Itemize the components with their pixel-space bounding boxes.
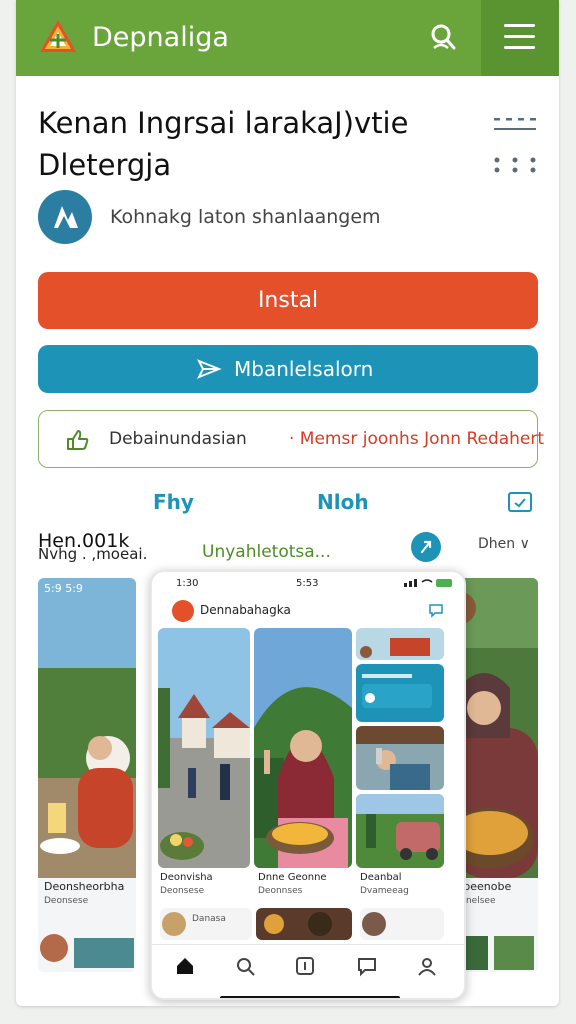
phone-caption-3: Deanbal [360, 872, 402, 883]
bookmark-icon[interactable] [294, 955, 316, 977]
phone-card-garden [356, 794, 444, 868]
phone-card-blue [356, 664, 444, 722]
install-button[interactable]: Instal [38, 272, 538, 329]
phone-card-woman [254, 628, 352, 868]
phone-caption-2: Dnne Geonne [258, 872, 327, 883]
screenshot-left-caption: Deonsheorbha [44, 880, 125, 893]
screenshot-left-status: 5:9 5:9 [44, 582, 83, 595]
home-icon[interactable] [174, 955, 196, 977]
chat-icon [429, 604, 443, 618]
app-detail-page: Depnaliga Kenan Ingrsai larakaJ)vtie Dle… [16, 0, 559, 1006]
section-link[interactable]: Unyahletotsa... [202, 542, 331, 562]
app-bar: Depnaliga [16, 0, 559, 76]
screenshot-phone[interactable]: 1:30 5:53 Dennabahagka Deonvisha Deonses… [150, 570, 466, 1000]
phone-bottom-card-2 [256, 908, 352, 940]
status-icons [404, 579, 452, 587]
notice-text: Debainundasian [109, 429, 247, 449]
chevron-down-icon: ∨ [519, 536, 530, 552]
screenshot-left[interactable]: 5:9 5:9 Deonsheorbha Deonsese [38, 578, 136, 972]
hamburger-menu-icon[interactable] [504, 24, 538, 52]
wishlist-button[interactable]: Mbanlelsalorn [38, 345, 538, 393]
bottom-card-1-image [162, 912, 186, 936]
app-name-heading: Kenan Ingrsai larakaJ)vtie Dletergja [38, 102, 438, 186]
expand-icon[interactable] [507, 490, 533, 514]
phone-caption-3-sub: Dvameeag [360, 886, 409, 896]
mini-app-icon [172, 600, 194, 622]
share-button[interactable] [411, 532, 441, 562]
more-options-icon[interactable] [494, 108, 538, 176]
sort-dropdown[interactable]: Dhen ∨ [478, 536, 530, 552]
notice-box: Debainundasian · Memsr joonhs Jonn Redah… [38, 410, 544, 468]
status-time: 1:30 [176, 578, 199, 589]
screenshot-left-caption-sub: Deonsese [44, 896, 89, 906]
bottom-card-3-image [362, 912, 386, 936]
sort-label: Dhen [478, 536, 516, 552]
developer-avatar[interactable] [38, 190, 92, 244]
phone-card-user [356, 726, 444, 790]
app-name-line2: Dletergja [38, 148, 172, 182]
developer-name[interactable]: Kohnakg laton shanlaangem [110, 206, 381, 228]
thumbs-up-icon [67, 430, 89, 450]
phone-caption-1: Deonvisha [160, 872, 213, 883]
status-bar: 1:30 5:53 [152, 572, 464, 592]
mini-card-image [356, 628, 444, 660]
tab-second[interactable]: Nloh [317, 490, 369, 514]
wishlist-button-label: Mbanlelsalorn [234, 357, 374, 381]
profile-icon[interactable] [416, 955, 438, 977]
phone-bottom-card-1-label: Danasa [192, 914, 226, 924]
phone-caption-2-sub: Deonnses [258, 886, 303, 896]
blue-card-graphic [362, 674, 432, 708]
send-icon [196, 359, 222, 379]
chat-icon[interactable] [356, 955, 378, 977]
phone-bottom-card-1: Danasa [160, 908, 252, 940]
phone-bottom-card-3 [360, 908, 444, 940]
street-image [158, 628, 250, 868]
bottom-card-2-image [256, 908, 352, 940]
section-subtitle: Nvhg . ,moeai. [38, 545, 148, 563]
garden-image [356, 794, 444, 868]
phone-card-street [158, 628, 250, 868]
app-name-line1: Kenan Ingrsai larakaJ)vtie [38, 106, 409, 140]
phone-card-mini1 [356, 628, 444, 660]
search-icon[interactable] [234, 955, 256, 977]
notice-highlight[interactable]: · Memsr joonhs Jonn Redahert [289, 429, 544, 449]
share-icon [420, 540, 432, 554]
phone-bottom-nav [152, 944, 464, 988]
woman-image [254, 628, 352, 868]
app-logo-icon [40, 20, 76, 52]
search-icon[interactable] [426, 20, 462, 56]
phone-caption-1-sub: Deonsese [160, 886, 205, 896]
tab-first[interactable]: Fhy [153, 490, 194, 514]
developer-logo-icon [54, 206, 78, 228]
status-clock: 5:53 [296, 578, 319, 589]
screenshot-gallery[interactable]: 5:9 5:9 Deonsheorbha Deonsese Debeenobe [38, 570, 538, 1000]
mini-app-title: Dennabahagka [200, 603, 291, 617]
screenshot-left-image [38, 578, 136, 972]
app-title: Depnaliga [92, 22, 229, 53]
user-photo [356, 726, 444, 790]
home-indicator [220, 996, 400, 998]
